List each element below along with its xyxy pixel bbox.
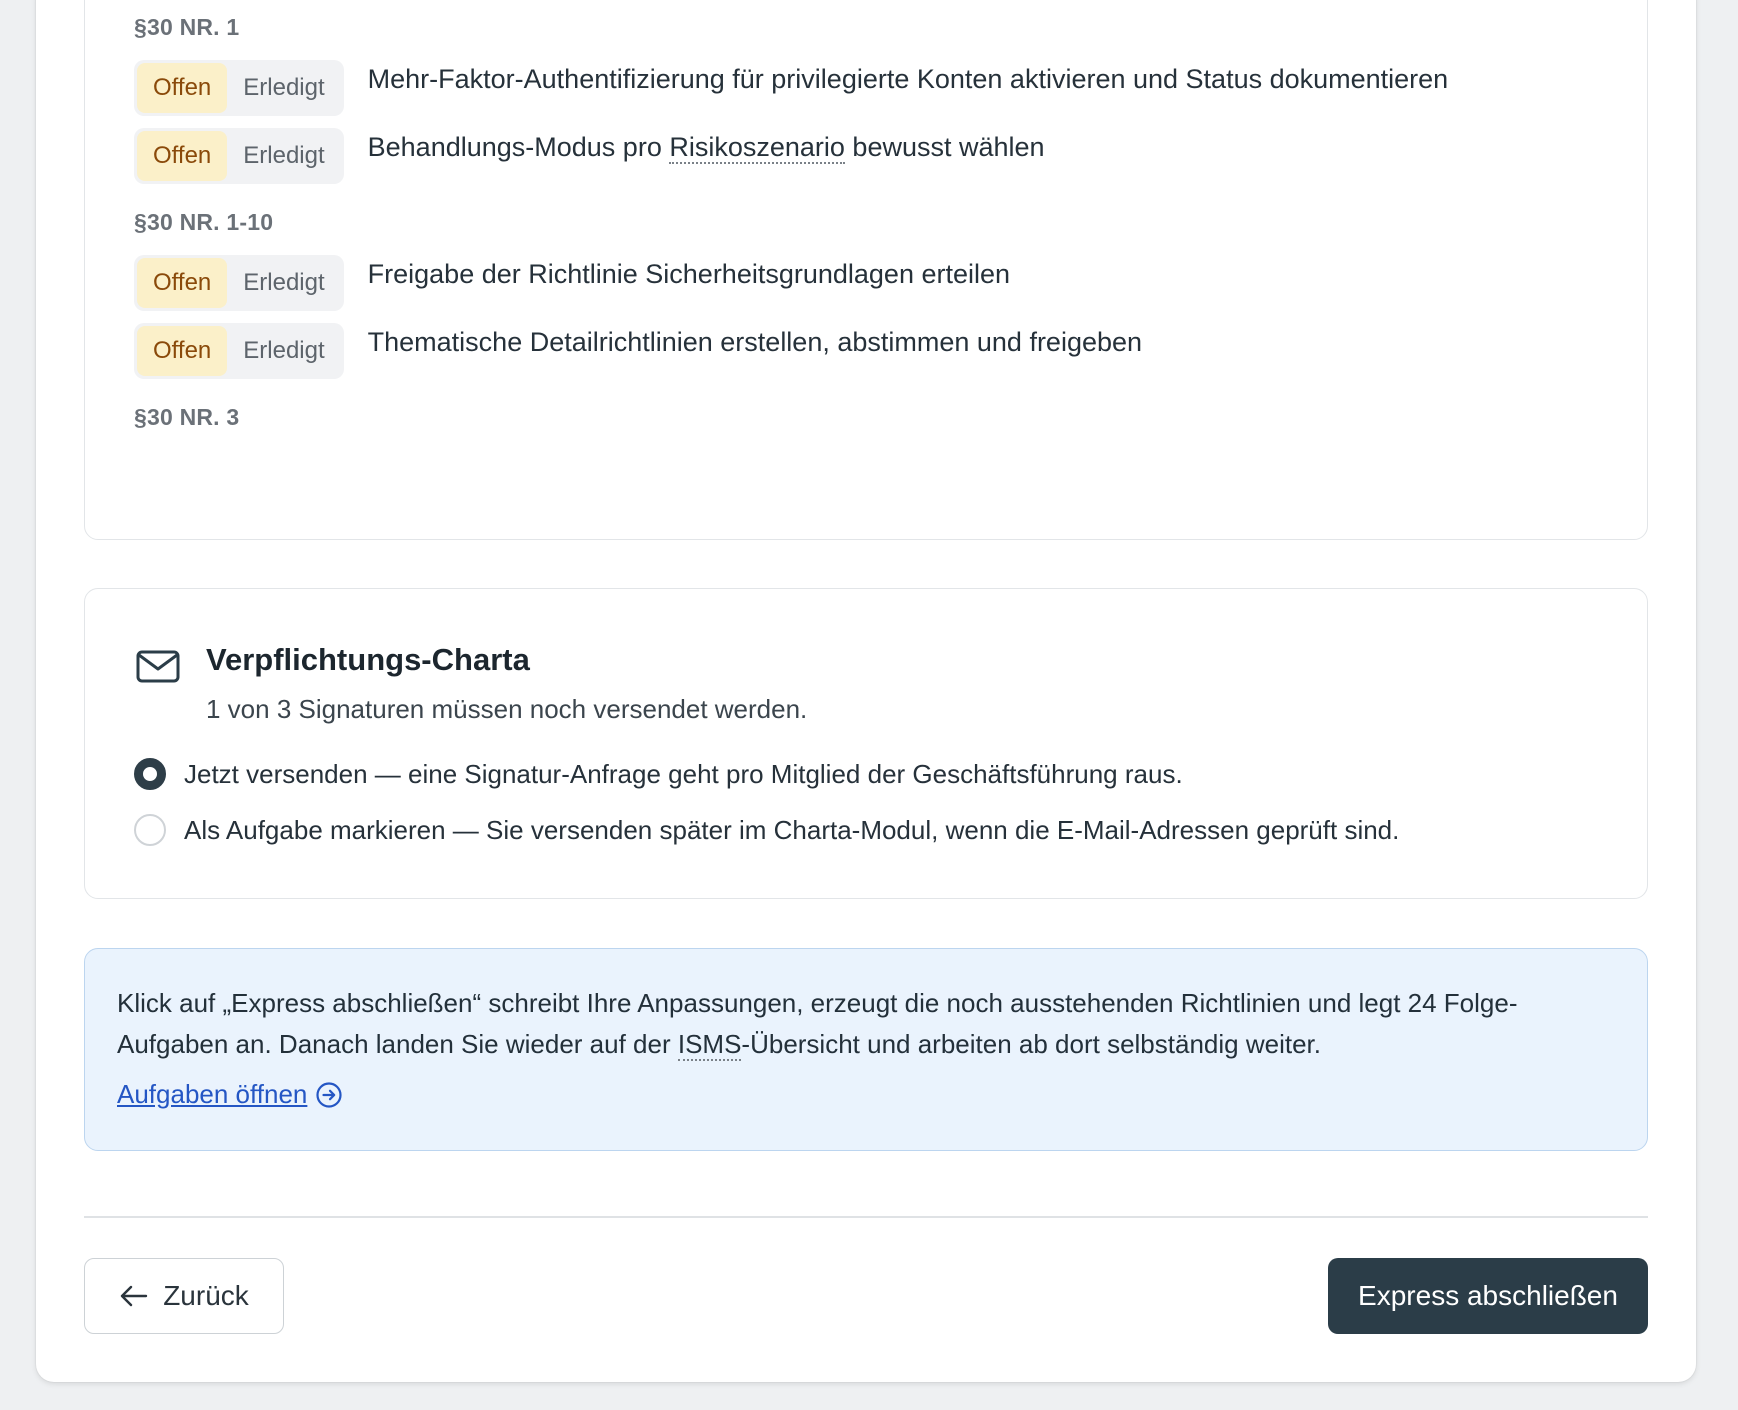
back-button[interactable]: Zurück	[84, 1258, 284, 1334]
radio-label: Jetzt versenden — eine Signatur-Anfrage …	[184, 758, 1183, 789]
status-toggle: Offen Erledigt	[134, 60, 344, 116]
section-label: §30 NR. 1	[134, 14, 240, 40]
radio-send-now[interactable]: Jetzt versenden — eine Signatur-Anfrage …	[134, 758, 1183, 790]
task-row: Offen Erledigt Thematische Detailrichtli…	[134, 323, 1638, 379]
info-text: Klick auf „Express abschließen“ schreibt…	[117, 983, 1615, 1065]
back-button-label: Zurück	[163, 1280, 249, 1311]
status-done-option[interactable]: Erledigt	[227, 326, 340, 376]
glossary-term[interactable]: Risikoszenario	[669, 132, 845, 164]
charta-card	[84, 588, 1648, 899]
glossary-term[interactable]: ISMS	[677, 1029, 742, 1061]
radio-label: Als Aufgabe markieren — Sie versenden sp…	[184, 814, 1400, 845]
status-open-option[interactable]: Offen	[137, 258, 228, 308]
status-done-option[interactable]: Erledigt	[227, 131, 340, 181]
task-row: Offen Erledigt Mehr-Faktor-Authentifizie…	[134, 60, 1638, 116]
arrow-right-circle-icon	[316, 1081, 342, 1108]
status-open-option[interactable]: Offen	[137, 131, 228, 181]
status-toggle: Offen Erledigt	[134, 323, 344, 379]
express-complete-button[interactable]: Express abschließen	[1328, 1258, 1648, 1334]
charta-subtitle: 1 von 3 Signaturen müssen noch versendet…	[206, 694, 808, 724]
info-box: Klick auf „Express abschließen“ schreibt…	[84, 948, 1648, 1151]
task-text-before: Behandlungs-Modus pro	[367, 132, 670, 162]
footer-divider	[84, 1216, 1648, 1218]
status-open-option[interactable]: Offen	[137, 326, 228, 376]
info-text-after: -Übersicht und arbeiten ab dort selbstän…	[741, 1029, 1321, 1059]
task-text-after: bewusst wählen	[844, 132, 1045, 162]
task-text: Freigabe der Richtlinie Sicherheitsgrund…	[367, 259, 1011, 289]
status-done-option[interactable]: Erledigt	[227, 258, 340, 308]
task-text: Behandlungs-Modus pro Risikoszenario bew…	[368, 130, 1045, 164]
task-row: Offen Erledigt Behandlungs-Modus pro Ris…	[134, 128, 1638, 184]
open-tasks-link[interactable]: Aufgaben öffnen	[117, 1079, 343, 1110]
task-text: Thematische Detailrichtlinien erstellen,…	[367, 327, 1143, 357]
section-label: §30 NR. 3	[134, 404, 240, 430]
radio-mark-as-task[interactable]: Als Aufgabe markieren — Sie versenden sp…	[134, 814, 1399, 846]
task-text: Mehr-Faktor-Authentifizierung für privil…	[367, 64, 1449, 94]
charta-title: Verpflichtungs-Charta	[206, 642, 530, 677]
status-done-option[interactable]: Erledigt	[227, 63, 340, 113]
task-row: Offen Erledigt Freigabe der Richtlinie S…	[134, 255, 1638, 311]
mail-icon	[136, 650, 180, 683]
radio-button[interactable]	[134, 814, 166, 846]
arrow-left-icon	[121, 1285, 148, 1307]
section-label: §30 NR. 1-10	[134, 209, 274, 235]
status-toggle: Offen Erledigt	[134, 128, 344, 184]
status-open-option[interactable]: Offen	[137, 63, 228, 113]
radio-button[interactable]	[134, 758, 166, 790]
status-toggle: Offen Erledigt	[134, 255, 344, 311]
open-tasks-link-label: Aufgaben öffnen	[117, 1079, 308, 1109]
